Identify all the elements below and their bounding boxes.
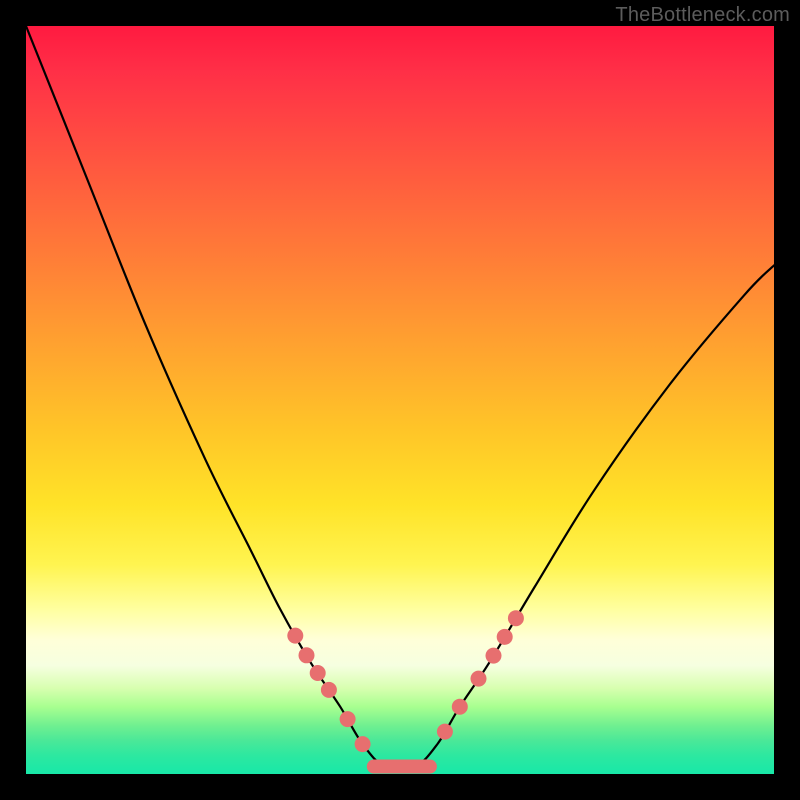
- curve-marker: [486, 648, 502, 664]
- curve-marker: [437, 724, 453, 740]
- watermark-text: TheBottleneck.com: [615, 4, 790, 27]
- curve-marker: [287, 628, 303, 644]
- curve-marker: [299, 647, 315, 663]
- curve-marker: [340, 711, 356, 727]
- curve-marker: [497, 629, 513, 645]
- curve-marker: [310, 665, 326, 681]
- plot-area: [26, 26, 774, 774]
- curve-layer: [26, 26, 774, 774]
- curve-marker: [452, 699, 468, 715]
- curve-marker: [508, 610, 524, 626]
- curve-marker: [321, 682, 337, 698]
- chart-frame: TheBottleneck.com: [0, 0, 800, 800]
- curve-marker: [471, 671, 487, 687]
- curve-marker: [355, 736, 371, 752]
- right-markers: [437, 610, 524, 739]
- bottleneck-curve: [26, 26, 774, 769]
